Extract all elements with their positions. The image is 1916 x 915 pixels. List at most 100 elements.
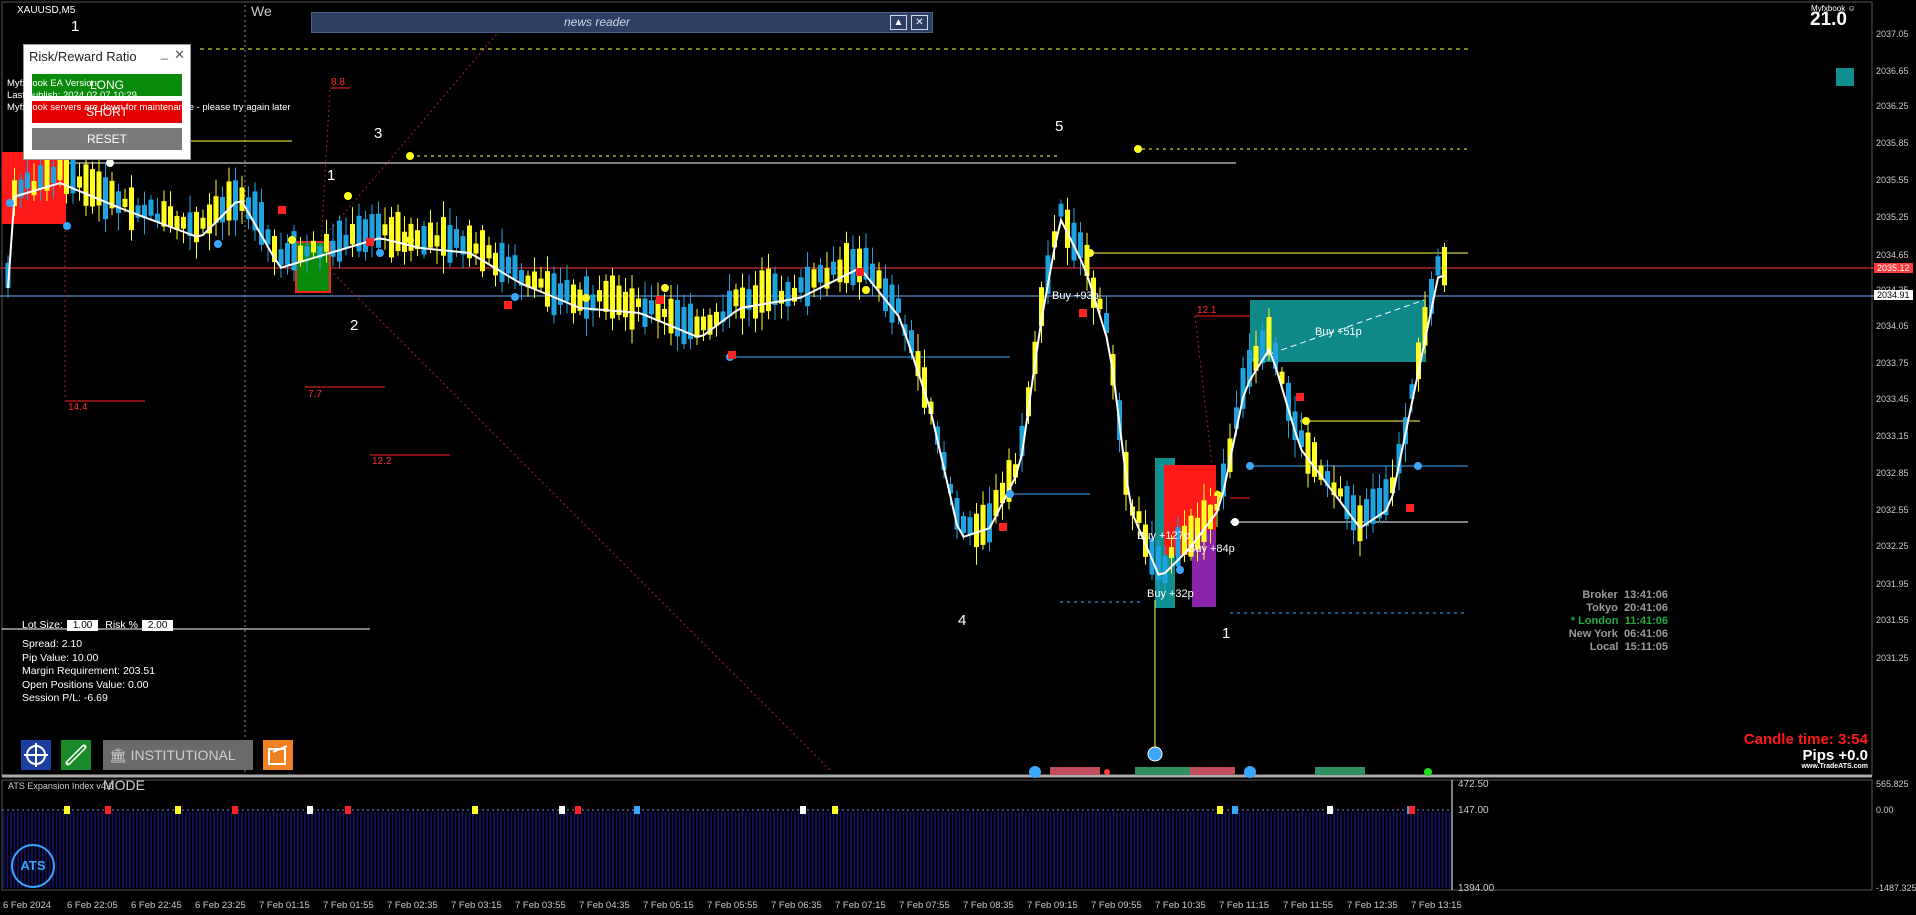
candle-body	[603, 280, 609, 312]
price-axis-label: 2037.05	[1876, 29, 1909, 39]
news-reader-bar[interactable]: news reader ▲ ✕	[311, 12, 933, 33]
indicator-axis-label: 565.825	[1876, 779, 1909, 789]
triangle-up-icon[interactable]: ▲	[890, 15, 907, 30]
price-axis-label: 2033.45	[1876, 394, 1909, 404]
candle-body	[369, 214, 375, 242]
candle-body	[681, 306, 687, 345]
candle-body	[83, 164, 89, 206]
candle-body	[772, 273, 778, 305]
indicator-marker	[800, 806, 806, 814]
indicator-marker	[559, 806, 565, 814]
red-level-label: 12.2	[372, 456, 392, 467]
lot-size-input[interactable]: 1.00	[66, 620, 99, 631]
clock-local: Local 15:11:05	[1589, 641, 1668, 653]
candle-time: Candle time: 3:54	[1743, 731, 1868, 748]
candle-body	[434, 235, 440, 247]
close-icon[interactable]: ✕	[911, 15, 928, 30]
candle-body	[967, 517, 973, 535]
smiley-icon: ☺	[1847, 4, 1856, 13]
indicator-level: 147.00	[1458, 805, 1489, 816]
wave-label: 2	[350, 317, 359, 334]
account-stats: Spread: 2.10 Pip Value: 10.00 Margin Req…	[22, 638, 155, 706]
candle-body	[610, 275, 615, 319]
time-axis-label: 7 Feb 13:15	[1411, 900, 1462, 911]
candle-body	[1305, 432, 1311, 474]
red-level-label: 8.8	[331, 77, 345, 88]
time-axis-label: 6 Feb 22:45	[131, 900, 182, 911]
signal-marker	[1134, 145, 1142, 153]
candle-body	[805, 266, 810, 307]
signal-marker	[288, 236, 296, 244]
candle-body	[278, 249, 284, 266]
time-axis-label: 7 Feb 02:35	[387, 900, 438, 911]
candle-body	[642, 298, 648, 327]
risk-input[interactable]: 2.00	[141, 620, 174, 631]
chart-export-icon[interactable]	[263, 740, 293, 770]
indicator-marker	[307, 806, 313, 814]
indicator-marker	[345, 806, 351, 814]
signal-marker	[1406, 504, 1414, 512]
candle-body	[311, 240, 316, 253]
indicator-marker	[832, 806, 838, 814]
price-axis-label: 2031.55	[1876, 615, 1909, 625]
price-axis-label: 2034.65	[1876, 250, 1909, 260]
close-icon[interactable]: ✕	[174, 47, 185, 63]
candle-body	[473, 243, 479, 254]
trade-label: Buy +32p	[1147, 588, 1194, 600]
time-axis-label: 7 Feb 11:15	[1219, 900, 1270, 911]
candle-body	[811, 269, 817, 288]
time-axis-label: 7 Feb 04:35	[579, 900, 630, 911]
target-icon[interactable]	[21, 740, 51, 770]
candle-body	[740, 287, 745, 319]
signal-marker	[1209, 496, 1217, 504]
candle-body	[1162, 556, 1168, 584]
reset-button[interactable]: RESET	[32, 128, 182, 150]
indicator-marker	[1217, 806, 1223, 814]
price-axis-label: 2036.65	[1876, 66, 1909, 76]
candle-body	[662, 308, 667, 318]
candle-body	[512, 255, 518, 280]
candle-body	[1312, 442, 1317, 477]
candle-body	[1201, 500, 1207, 542]
signal-marker	[406, 236, 414, 244]
candle-body	[343, 234, 349, 248]
time-axis-label: 7 Feb 05:55	[707, 900, 758, 911]
institutional-mode-button[interactable]: 🏛 INSTITUTIONAL MODE	[103, 740, 253, 793]
candle-body	[376, 213, 381, 248]
candle-body	[506, 256, 511, 274]
candle-body	[649, 300, 654, 315]
signal-marker	[862, 286, 870, 294]
wave-label: 4	[958, 612, 967, 629]
candle-body	[759, 270, 765, 313]
signal-marker	[1302, 417, 1310, 425]
indicator-marker	[64, 806, 70, 814]
price-axis-label: 2032.85	[1876, 468, 1909, 478]
time-axis-label: 7 Feb 05:15	[643, 900, 694, 911]
candle-body	[766, 268, 771, 312]
candle-body	[545, 271, 550, 307]
indicator-marker	[575, 806, 581, 814]
wave-label: 3	[374, 125, 383, 142]
signal-marker	[106, 159, 114, 167]
time-axis-label: 7 Feb 03:15	[451, 900, 502, 911]
server-message: Myfxbook servers are down for maintenanc…	[7, 102, 291, 113]
wave-label: 1	[1222, 625, 1231, 642]
price-axis-label: 2035.25	[1876, 212, 1909, 222]
minimize-icon[interactable]: _	[161, 45, 168, 60]
candle-body	[77, 176, 82, 188]
candle-body	[499, 242, 505, 283]
news-reader-title: news reader	[563, 15, 631, 29]
link-icon[interactable]	[61, 740, 91, 770]
candle-body	[480, 230, 485, 272]
signal-marker	[1079, 309, 1087, 317]
candle-body	[753, 285, 758, 319]
candle-body	[350, 223, 355, 245]
candle-body	[883, 278, 888, 312]
indicator-marker	[1232, 806, 1238, 814]
indicator-axis-label: -1487.325	[1876, 883, 1916, 893]
indicator-marker	[175, 806, 181, 814]
signal-marker	[511, 293, 519, 301]
clock-new-york: New York 06:41:06	[1568, 628, 1668, 640]
indicator-level: 1394.00	[1458, 883, 1495, 894]
price-chart[interactable]	[0, 0, 1916, 915]
